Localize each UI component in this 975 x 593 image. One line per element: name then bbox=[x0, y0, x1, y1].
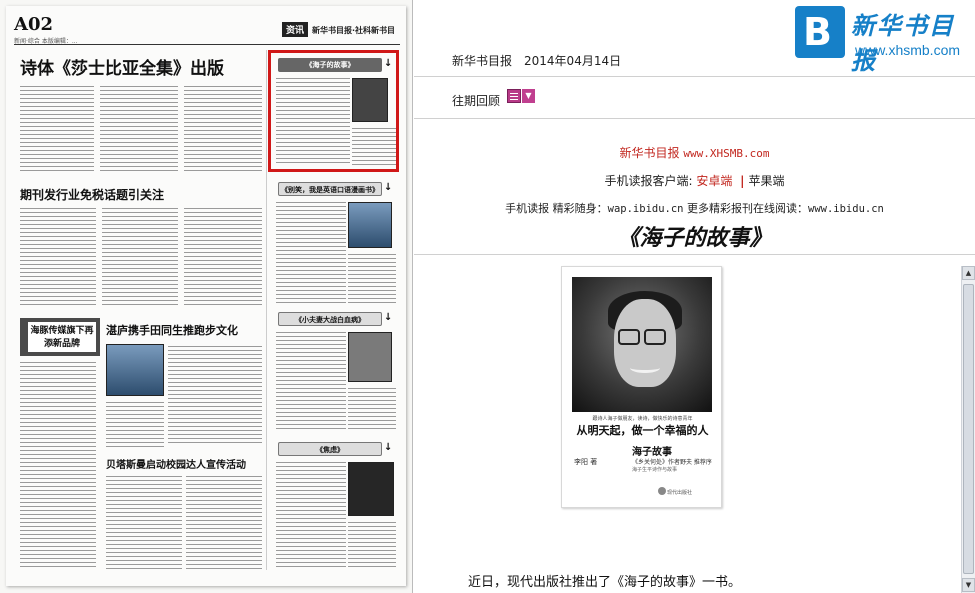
top-rule bbox=[14, 44, 400, 45]
cover-big-title: 从明天起，做一个幸福的人 bbox=[576, 424, 709, 437]
section-title-english-comic[interactable]: 《别笑，我是英语口语漫画书》 bbox=[278, 182, 382, 196]
text-column bbox=[20, 206, 96, 306]
masthead: 资讯 新华书目报·社科新书目 bbox=[282, 22, 400, 37]
cover-tagline: 跟诗人海子做朋友，读诗，做快乐的诗意青年 bbox=[592, 416, 693, 422]
divider bbox=[414, 118, 975, 119]
masthead-text: 新华书目报·社科新书目 bbox=[312, 26, 396, 35]
leukemia-cover bbox=[348, 332, 392, 382]
publisher-logo-icon bbox=[658, 487, 666, 495]
apple-link[interactable]: 苹果端 bbox=[749, 174, 785, 188]
mobile-reading-line: 手机读报 精彩随身：wap.ibidu.cn 更多精彩报刊在线阅读：www.ib… bbox=[414, 200, 975, 216]
ad-text[interactable]: 海豚传媒旗下再添新品牌 bbox=[28, 322, 96, 352]
arrow-down-icon: ↓ bbox=[384, 442, 393, 453]
text-column bbox=[348, 252, 396, 304]
comic-cover bbox=[348, 202, 392, 248]
calendar-icon[interactable] bbox=[507, 89, 521, 103]
text-column bbox=[276, 460, 346, 568]
article-title: 《海子的故事》 bbox=[617, 225, 772, 251]
site-logo[interactable]: B 新华书目报 www.xhsmb.com bbox=[795, 4, 973, 75]
divider bbox=[414, 254, 975, 255]
text-column bbox=[100, 84, 178, 174]
android-link[interactable]: 安卓端 bbox=[696, 174, 732, 188]
text-column bbox=[168, 344, 262, 444]
headline-2[interactable]: 期刊发行业免税话题引关注 bbox=[20, 186, 164, 203]
mobile-prefix: 手机读报 精彩随身： bbox=[505, 202, 608, 215]
glasses-shape bbox=[644, 329, 666, 345]
dateline: 新华书目报 2014年04月14日 bbox=[452, 52, 621, 69]
cover-publisher: 现代出版社 bbox=[667, 490, 693, 496]
chevron-down-icon[interactable]: ▼ bbox=[522, 89, 535, 103]
client-downloads: 手机读报客户端: 安卓端 | 苹果端 bbox=[414, 172, 975, 189]
separator: | bbox=[740, 174, 745, 188]
text-column bbox=[184, 206, 262, 306]
scroll-down-icon[interactable]: ▼ bbox=[962, 578, 975, 592]
headline-3[interactable]: 湛庐携手田同生推跑步文化 bbox=[106, 322, 238, 338]
logo-url: www.xhsmb.com bbox=[855, 42, 961, 58]
issue-date: 2014年04月14日 bbox=[524, 54, 622, 68]
clients-label: 手机读报客户端: bbox=[604, 174, 693, 188]
wap-link[interactable]: wap.ibidu.cn bbox=[608, 203, 684, 215]
web-link[interactable]: www.ibidu.cn bbox=[808, 203, 884, 215]
logo-mark: B bbox=[795, 6, 845, 58]
masthead-tag: 资讯 bbox=[282, 22, 309, 37]
page-number: A02 bbox=[14, 14, 54, 35]
scroll-thumb[interactable] bbox=[963, 284, 974, 574]
glasses-shape bbox=[618, 329, 640, 345]
logo-name: 新华书目报 bbox=[851, 11, 955, 75]
anxiety-cover bbox=[348, 462, 394, 516]
brand-url-link[interactable]: www.XHSMB.com bbox=[683, 147, 769, 160]
headline-4[interactable]: 贝塔斯曼启动校园达人宣传活动 bbox=[106, 456, 246, 471]
past-issues-label: 往期回顾 bbox=[452, 94, 501, 108]
text-column bbox=[276, 200, 346, 304]
column-divider bbox=[266, 50, 267, 570]
text-column bbox=[20, 84, 94, 174]
article-body-first-line: 近日，现代出版社推出了《海子的故事》一书。 bbox=[468, 575, 742, 590]
cover-photo bbox=[572, 277, 712, 412]
text-column bbox=[186, 474, 262, 570]
text-column bbox=[348, 520, 396, 568]
text-column bbox=[102, 206, 178, 306]
cover-author: 李阳 著 bbox=[574, 458, 598, 466]
selected-article-highlight bbox=[268, 50, 399, 172]
article-scrollbar[interactable]: ▲ ▼ bbox=[961, 266, 975, 593]
paper-name: 新华书目报 bbox=[452, 54, 513, 68]
text-column bbox=[348, 386, 396, 432]
arrow-down-icon: ↓ bbox=[384, 182, 393, 193]
headline-main[interactable]: 诗体《莎士比亚全集》出版 bbox=[20, 54, 224, 79]
section-title-leukemia[interactable]: 《小夫妻大战白血病》 bbox=[278, 312, 382, 326]
page-root: A02 新闻·综合 本版编辑：... 资讯 新华书目报·社科新书目 诗体《莎士比亚… bbox=[0, 0, 975, 593]
brand-line: 新华书目报 www.XHSMB.com bbox=[414, 144, 975, 161]
arrow-down-icon: ↓ bbox=[384, 312, 393, 323]
divider bbox=[414, 76, 975, 77]
scroll-up-icon[interactable]: ▲ bbox=[962, 266, 975, 280]
text-column bbox=[184, 84, 262, 174]
text-column bbox=[276, 330, 346, 432]
cover-note: 海子生平诗作与故事 bbox=[632, 467, 678, 473]
text-column bbox=[106, 474, 182, 570]
text-column bbox=[20, 360, 96, 570]
section-title-anxiety[interactable]: 《焦虑》 bbox=[278, 442, 382, 456]
book-cover-image: 跟诗人海子做朋友，读诗，做快乐的诗意青年 从明天起，做一个幸福的人 李阳 著 海… bbox=[561, 266, 722, 508]
cover-title: 海子故事 bbox=[632, 447, 672, 458]
brand-name: 新华书目报 bbox=[619, 146, 680, 160]
text-column bbox=[106, 400, 164, 450]
book-photo bbox=[106, 344, 164, 396]
newspaper-page-image[interactable]: A02 新闻·综合 本版编辑：... 资讯 新华书目报·社科新书目 诗体《莎士比亚… bbox=[0, 0, 413, 593]
mobile-middle: 更多精彩报刊在线阅读： bbox=[683, 202, 808, 215]
cover-subtitle: 《乡关何处》作者野夫 推荐序 bbox=[632, 459, 712, 466]
